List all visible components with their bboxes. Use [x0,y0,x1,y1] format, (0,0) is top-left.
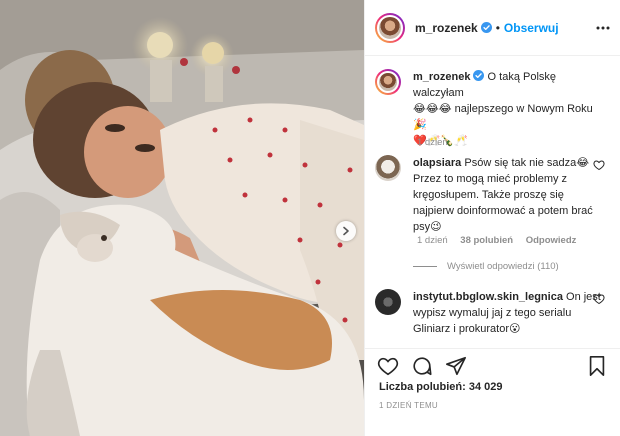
comments-list[interactable]: m_rozenek O taką Polskę walczyłam 😂😂😂 na… [365,57,620,347]
comment-text: olapsiara Psów się tak nie sadza😂 Przez … [413,155,603,235]
instagram-post-modal: m_rozenek • Obserwuj m_rozenek O taką Po… [0,0,620,436]
comment-icon [413,357,432,376]
avatar[interactable] [375,155,401,181]
post-photo[interactable] [0,0,364,436]
comment-meta: 1 dzień 38 polubień Odpowiedz [417,235,586,246]
reply-button[interactable]: Odpowiedz [526,235,577,246]
comment-time: 1 dzień [417,235,448,246]
save-button[interactable] [587,355,607,382]
share-icon [446,356,466,376]
view-replies-label: Wyświetl odpowiedzi (110) [447,261,559,272]
likes-count[interactable]: Liczba polubień: 34 029 [379,381,502,393]
photo-image [0,0,364,436]
heart-icon[interactable] [593,159,605,171]
follow-button[interactable]: Obserwuj [504,21,559,35]
caption-username[interactable]: m_rozenek [413,71,470,83]
like-button[interactable] [377,355,399,379]
comment-button[interactable] [411,355,433,379]
action-icons [377,355,467,379]
more-icon[interactable] [595,20,611,36]
comment-username[interactable]: instytut.bbglow.skin_legnica [413,291,563,303]
view-replies-button[interactable]: Wyświetl odpowiedzi (110) [413,261,559,272]
bookmark-icon [589,356,605,376]
comment-text: instytut.bbglow.skin_legnica On jest wyp… [413,289,603,337]
share-button[interactable] [445,355,467,379]
separator-dot: • [495,20,500,35]
comment-item: instytut.bbglow.skin_legnica On jest wyp… [375,289,611,347]
comment-username[interactable]: olapsiara [413,157,461,169]
heart-icon[interactable] [593,293,605,305]
verified-icon [473,70,485,81]
post-author-username[interactable]: m_rozenek [415,21,478,35]
avatar[interactable] [375,12,405,43]
caption: m_rozenek O taką Polskę walczyłam 😂😂😂 na… [375,69,611,149]
post-header: m_rozenek • Obserwuj [365,0,620,56]
caption-line-2: 😂😂😂 najlepszego w Nowym Roku 🎉 [413,103,593,131]
post-side-panel: m_rozenek • Obserwuj m_rozenek O taką Po… [364,0,620,436]
post-actions: Liczba polubień: 34 029 1 DZIEŃ TEMU [365,348,620,436]
avatar[interactable] [375,289,401,315]
comment-likes[interactable]: 38 polubień [460,235,513,246]
chevron-right-icon [343,226,349,236]
avatar[interactable] [375,69,401,95]
heart-icon [377,357,399,376]
next-photo-button[interactable] [336,221,356,241]
verified-icon [480,22,492,33]
caption-time: 1 dzień [417,137,448,148]
post-age: 1 DZIEŃ TEMU [379,401,439,410]
